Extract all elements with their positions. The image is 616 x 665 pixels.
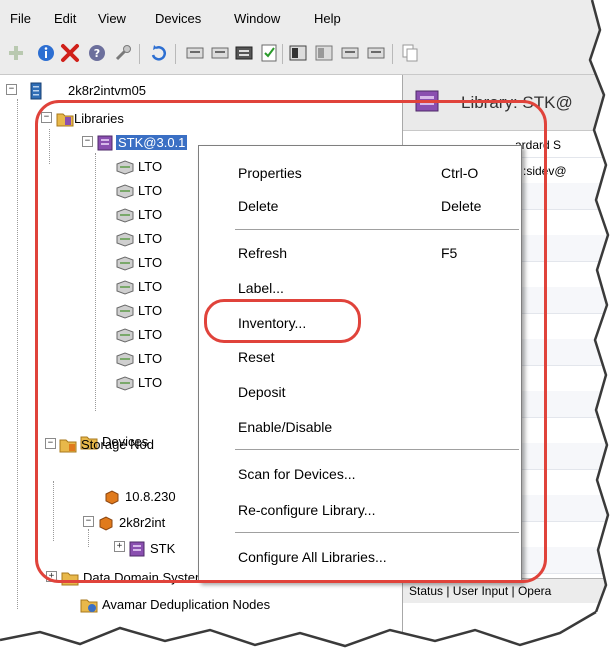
avamar-folder-icon — [80, 596, 98, 614]
copy-icon[interactable] — [400, 43, 420, 63]
add-icon[interactable] — [6, 43, 26, 63]
collapse-toggle[interactable]: − — [6, 84, 17, 95]
drive-icon[interactable] — [314, 43, 334, 63]
device-icon[interactable] — [185, 43, 205, 63]
info-icon[interactable] — [36, 43, 56, 63]
device-icon[interactable] — [210, 43, 230, 63]
checklist-icon[interactable] — [259, 43, 279, 63]
screenshot: File Edit View Devices Window Help ? − 2… — [0, 0, 616, 665]
menu-window[interactable]: Window — [234, 11, 280, 26]
device-icon[interactable] — [340, 43, 360, 63]
inventory-highlight-callout — [204, 299, 361, 343]
delete-icon[interactable] — [60, 43, 80, 63]
svg-text:?: ? — [94, 47, 100, 60]
menu-devices[interactable]: Devices — [155, 11, 201, 26]
menu-help[interactable]: Help — [314, 11, 341, 26]
refresh-icon[interactable] — [148, 43, 168, 63]
menu-bar: File Edit View Devices Window Help — [0, 0, 616, 34]
drive-icon[interactable] — [288, 43, 308, 63]
toolbar: ? — [0, 34, 616, 75]
server-icon — [27, 82, 45, 100]
help-icon[interactable]: ? — [87, 43, 107, 63]
wrench-icon[interactable] — [113, 43, 133, 63]
menu-file[interactable]: File — [10, 11, 31, 26]
menu-edit[interactable]: Edit — [54, 11, 76, 26]
device-icon[interactable] — [366, 43, 386, 63]
library-icon[interactable] — [234, 43, 254, 63]
menu-view[interactable]: View — [98, 11, 126, 26]
